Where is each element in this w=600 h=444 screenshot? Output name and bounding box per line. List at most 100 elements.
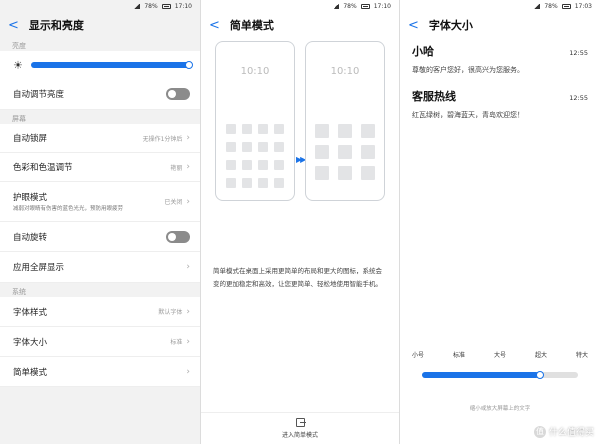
message-sender: 客服热线 (412, 90, 456, 103)
eye-care-value: 已关闭 (164, 199, 183, 206)
color-temp-row[interactable]: 色彩和色温调节 艳丽 › (0, 153, 200, 182)
app-icon-placeholder (226, 178, 236, 188)
font-size-slider-fill (422, 372, 539, 378)
fullscreen-label: 应用全屏显示 (13, 263, 65, 273)
double-arrow-icon: ▶▶ (296, 155, 306, 164)
display-brightness-panel: 78% 17:10 < 显示和亮度 亮度 ☀ 自动调节亮度 屏幕 自动锁屏 无操… (0, 0, 200, 444)
simple-mode-description: 简单模式在桌面上采用更简单的布局和更大的图标，系统会变的更加稳定和高效，让您更简… (213, 267, 382, 288)
app-icon-placeholder (361, 124, 375, 138)
simple-mode-panel: 78% 17:10 < 简单模式 10:10 ▶▶ 10:10 简单模式在桌面上… (201, 0, 399, 444)
phone-clock: 10:10 (240, 66, 270, 77)
preview-message: 客服热线 12:55 红瓦绿树，碧海蓝天，青岛欢迎您！ (400, 82, 600, 127)
title-bar: < 显示和亮度 (0, 13, 200, 37)
page-title: 简单模式 (229, 19, 274, 32)
font-size-slider[interactable] (422, 371, 578, 379)
enter-icon (295, 418, 306, 427)
message-time: 12:55 (569, 49, 588, 57)
app-icon-placeholder (226, 160, 236, 170)
app-icon-placeholder (274, 160, 284, 170)
auto-lock-row[interactable]: 自动锁屏 无操作1分钟后 › (0, 124, 200, 153)
chevron-right-icon: › (186, 162, 190, 172)
size-option-xxlarge[interactable]: 特大 (576, 350, 588, 359)
app-icon-placeholder (361, 145, 375, 159)
section-header-screen: 屏幕 (12, 115, 26, 123)
chevron-right-icon: › (186, 262, 190, 272)
status-bar: 78% 17:03 (400, 0, 600, 13)
chevron-right-icon: › (186, 336, 190, 347)
eye-care-row[interactable]: 护眼模式 减弱对眼睛有伤害的蓝色光光，预防用眼疲劳 已关闭 › (0, 182, 200, 222)
app-icon-placeholder (315, 166, 329, 180)
font-size-value: 标准 (170, 339, 183, 346)
message-time: 12:55 (569, 94, 588, 102)
app-icon-placeholder (361, 166, 375, 180)
eye-care-label: 护眼模式 (13, 193, 48, 203)
size-option-standard[interactable]: 标准 (453, 350, 465, 359)
signal-icon (534, 4, 541, 9)
phone-clock: 10:10 (330, 66, 360, 77)
font-size-row[interactable]: 字体大小 标准 › (0, 327, 200, 357)
page-title: 字体大小 (428, 19, 473, 32)
size-option-small[interactable]: 小号 (412, 350, 424, 359)
font-size-label: 字体大小 (13, 337, 48, 348)
app-icon-placeholder (258, 124, 268, 134)
enter-simple-mode-button[interactable]: 进入简单模式 (201, 412, 399, 444)
app-icon-placeholder (338, 124, 352, 138)
auto-rotate-label: 自动旋转 (13, 232, 48, 243)
back-arrow-icon[interactable]: < (408, 19, 419, 32)
watermark-text: 什么值得买 (548, 428, 594, 438)
auto-brightness-row[interactable]: 自动调节亮度 (0, 79, 200, 110)
section-header-brightness: 亮度 (12, 42, 26, 50)
title-bar: < 字体大小 (400, 13, 600, 37)
simple-mode-row[interactable]: 简单模式 › (0, 357, 200, 387)
auto-brightness-toggle[interactable] (166, 88, 190, 100)
auto-lock-value: 无操作1分钟后 (142, 135, 183, 143)
fullscreen-row[interactable]: 应用全屏显示 › (0, 252, 200, 283)
app-icon-placeholder (274, 142, 284, 152)
app-icon-placeholder (258, 178, 268, 188)
app-icon-placeholder (242, 124, 252, 134)
size-option-xlarge[interactable]: 超大 (535, 350, 547, 359)
status-time: 17:10 (373, 3, 391, 10)
app-icon-placeholder (242, 142, 252, 152)
font-size-slider-knob[interactable] (536, 371, 544, 379)
status-bar: 78% 17:10 (0, 0, 200, 13)
font-size-panel: 78% 17:03 < 字体大小 小哈 12:55 尊敬的客户您好，很高兴为您服… (400, 0, 600, 444)
app-icon-placeholder (242, 160, 252, 170)
size-option-large[interactable]: 大号 (494, 350, 506, 359)
signal-icon (134, 4, 141, 9)
auto-lock-label: 自动锁屏 (13, 134, 48, 144)
standard-phone-illustration: 10:10 (215, 41, 295, 201)
color-temp-value: 艳丽 (170, 164, 183, 172)
back-arrow-icon[interactable]: < (209, 19, 220, 32)
back-arrow-icon[interactable]: < (8, 19, 19, 32)
auto-brightness-label: 自动调节亮度 (13, 90, 65, 100)
font-style-label: 字体样式 (13, 307, 48, 318)
brightness-slider-knob[interactable] (185, 61, 193, 69)
app-icon-placeholder (226, 142, 236, 152)
watermark: 值 什么值得买 (533, 425, 594, 438)
sun-icon: ☀ (13, 58, 23, 72)
small-icon-grid (216, 124, 294, 188)
chevron-right-icon: › (186, 133, 190, 143)
eye-care-subtitle: 减弱对眼睛有伤害的蓝色光光，预防用眼疲劳 (13, 206, 124, 212)
font-size-options: 小号 标准 大号 超大 特大 (412, 350, 588, 359)
layout-comparison-illustration: 10:10 ▶▶ 10:10 (201, 37, 399, 207)
battery-icon (161, 4, 171, 9)
app-icon-placeholder (258, 160, 268, 170)
font-style-row[interactable]: 字体样式 默认字体 › (0, 297, 200, 327)
section-header-system: 系统 (12, 288, 26, 296)
app-icon-placeholder (338, 166, 352, 180)
battery-percent: 78% (343, 3, 357, 10)
app-icon-placeholder (274, 178, 284, 188)
app-icon-placeholder (242, 178, 252, 188)
font-style-value: 默认字体 (158, 309, 183, 316)
brightness-slider[interactable] (30, 61, 193, 69)
title-bar: < 简单模式 (201, 13, 399, 37)
app-icon-placeholder (274, 124, 284, 134)
font-size-hint: 缩小或放大屏幕上的文字 (469, 406, 531, 412)
auto-rotate-toggle[interactable] (166, 230, 190, 243)
app-icon-placeholder (338, 145, 352, 159)
status-bar: 78% 17:10 (201, 0, 399, 13)
watermark-logo-icon: 值 (533, 425, 546, 438)
auto-rotate-row[interactable]: 自动旋转 (0, 222, 200, 252)
